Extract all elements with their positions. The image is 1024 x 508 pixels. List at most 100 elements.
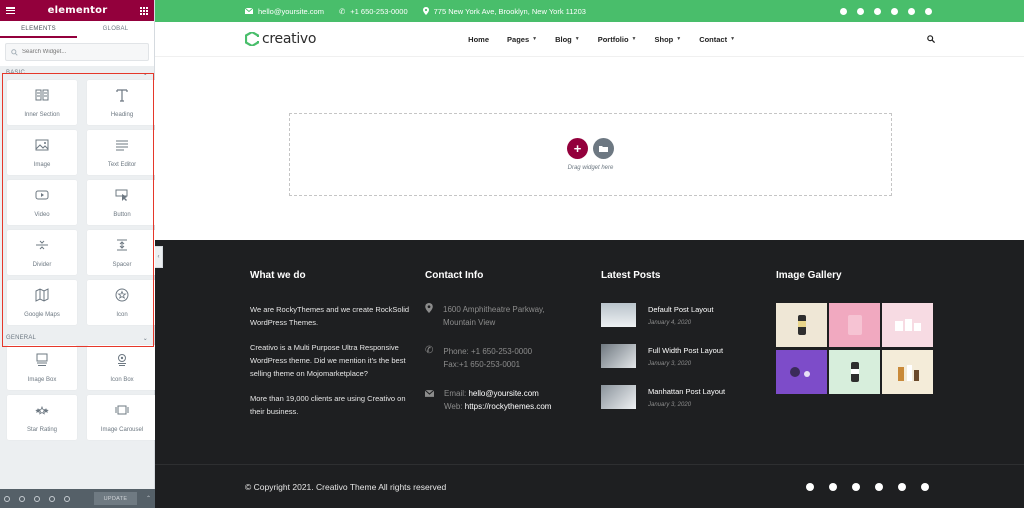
- pinterest-icon[interactable]: [921, 483, 929, 491]
- post-item[interactable]: Default Post Layout January 4, 2020: [601, 303, 761, 331]
- youtube-icon[interactable]: [852, 483, 860, 491]
- gallery-image[interactable]: [829, 303, 880, 347]
- nav-item-label: Blog: [555, 34, 572, 44]
- general-widget-grid: Image Box Icon Box Star Rating Image Carous…: [0, 345, 157, 440]
- widget-label: Icon Box: [110, 376, 134, 383]
- site-logo[interactable]: creativo: [245, 31, 316, 47]
- nav-item-portfolio[interactable]: Portfolio ▼: [598, 35, 637, 44]
- navigator-icon[interactable]: [19, 495, 25, 502]
- dropzone-hint: Drag widget here: [567, 165, 614, 171]
- add-template-button[interactable]: [593, 138, 614, 159]
- site-preview: hello@yoursite.com ✆ +1 650-253-0000 775…: [155, 0, 1024, 508]
- instagram-icon[interactable]: [891, 7, 898, 15]
- youtube-icon[interactable]: [874, 7, 881, 15]
- widget-label: Image Carousel: [100, 426, 144, 433]
- envelope-icon: [425, 390, 434, 397]
- instagram-icon[interactable]: [875, 483, 883, 491]
- twitch-icon[interactable]: [898, 483, 906, 491]
- nav-item-blog[interactable]: Blog ▼: [555, 35, 580, 44]
- main-navbar: creativo Home Pages ▼ Blog ▼ Portfolio ▼ Shop ▼ C…: [155, 22, 1024, 57]
- footer-posts-title: Latest Posts: [601, 270, 661, 281]
- footer-contact-title: Contact Info: [425, 270, 484, 281]
- footer-posts: Latest Posts Default Post Layout January …: [601, 270, 761, 426]
- gallery-image[interactable]: [776, 350, 827, 394]
- footer-about-p1: We are RockyThemes and we create RockSol…: [250, 305, 410, 327]
- menu-icon[interactable]: [6, 7, 15, 14]
- collapse-panel-handle[interactable]: ‹: [155, 246, 163, 268]
- widget-icon-box[interactable]: Icon Box: [87, 345, 157, 390]
- nav-item-contact[interactable]: Contact ▼: [699, 35, 735, 44]
- post-title[interactable]: Full Width Post Layout: [648, 346, 723, 355]
- nav-item-home[interactable]: Home: [468, 35, 489, 44]
- footer-contact: Contact Info 1600 Amphitheatre Parkway, M…: [425, 270, 585, 429]
- widget-image-box[interactable]: Image Box: [7, 345, 77, 390]
- update-button[interactable]: UPDATE: [93, 492, 137, 505]
- facebook-icon[interactable]: [840, 7, 847, 15]
- post-title[interactable]: Manhattan Post Layout: [648, 387, 725, 396]
- site-footer: What we do We are RockyThemes and we cre…: [155, 240, 1024, 508]
- preview-icon[interactable]: [64, 495, 70, 502]
- nav-item-label: Contact: [699, 34, 728, 44]
- search-box: [5, 43, 149, 61]
- widget-dropzone[interactable]: + Drag widget here: [289, 113, 892, 196]
- tab-global[interactable]: GLOBAL: [77, 21, 154, 38]
- post-thumbnail[interactable]: [601, 385, 636, 409]
- panel-tabs: ELEMENTS GLOBAL: [0, 21, 154, 38]
- gallery-image[interactable]: [776, 303, 827, 347]
- facebook-icon[interactable]: [806, 483, 814, 491]
- widget-star-rating[interactable]: Star Rating: [7, 395, 77, 440]
- contact-email-link[interactable]: hello@yoursite.com: [468, 389, 538, 398]
- topbar-email[interactable]: hello@yoursite.com: [245, 7, 324, 16]
- copyright-text: © Copyright 2021. Creativo Theme All rig…: [245, 482, 447, 492]
- nav-item-shop[interactable]: Shop ▼: [654, 35, 681, 44]
- contact-address-line2: Mountain View: [443, 318, 496, 327]
- contact-address: 1600 Amphitheatre Parkway, Mountain View: [425, 303, 585, 329]
- gallery-image[interactable]: [829, 350, 880, 394]
- gallery-image[interactable]: [882, 303, 933, 347]
- phone-icon: ✆: [338, 6, 346, 16]
- footer-gallery: Image Gallery: [776, 270, 936, 394]
- post-item[interactable]: Full Width Post Layout January 3, 2020: [601, 344, 761, 372]
- search-icon: [11, 48, 18, 56]
- image-box-icon: [35, 353, 49, 372]
- topbar-socials: [840, 7, 932, 15]
- elementor-panel: elementor ELEMENTS GLOBAL BASIC ⌄ Inner …: [0, 0, 157, 508]
- footer-about-p3: More than 19,000 clients are using Creat…: [250, 394, 406, 416]
- contact-fax-line: Fax:+1 650-253-0001: [443, 360, 521, 369]
- panel-footer: UPDATE ⌃: [0, 489, 155, 508]
- post-title[interactable]: Default Post Layout: [648, 305, 713, 314]
- contact-phone: ✆ Phone: +1 650-253-0000 Fax:+1 650-253-0…: [425, 345, 585, 371]
- nav-item-label: Portfolio: [597, 34, 629, 44]
- search-widget-input[interactable]: [22, 49, 132, 55]
- tab-elements[interactable]: ELEMENTS: [0, 21, 77, 38]
- contact-email-label: Email:: [444, 389, 469, 398]
- settings-icon[interactable]: [4, 495, 10, 502]
- twitter-icon[interactable]: [857, 7, 864, 15]
- footer-about: What we do We are RockyThemes and we cre…: [250, 270, 410, 430]
- post-item[interactable]: Manhattan Post Layout January 3, 2020: [601, 385, 761, 413]
- gallery-image[interactable]: [882, 350, 933, 394]
- history-icon[interactable]: [34, 495, 40, 502]
- logo-text: creativo: [262, 31, 317, 47]
- basic-section-highlight: [2, 73, 154, 347]
- topbar-phone[interactable]: ✆ +1 650-253-0000: [339, 7, 408, 16]
- chevron-up-icon[interactable]: ⌃: [146, 495, 151, 502]
- search-wrapper: [0, 38, 154, 66]
- post-thumbnail[interactable]: [601, 303, 636, 327]
- panel-header: elementor: [0, 0, 154, 21]
- contact-web-link[interactable]: https://rockythemes.com: [465, 402, 552, 411]
- nav-item-pages[interactable]: Pages ▼: [507, 35, 537, 44]
- widget-label: Star Rating: [26, 426, 57, 433]
- pinterest-icon[interactable]: [925, 7, 932, 15]
- twitch-icon[interactable]: [908, 7, 915, 15]
- widgets-grid-icon[interactable]: [139, 6, 148, 15]
- image-gallery-grid: [776, 303, 936, 394]
- widget-image-carousel[interactable]: Image Carousel: [87, 395, 157, 440]
- responsive-icon[interactable]: [49, 495, 55, 502]
- contact-address-line1: 1600 Amphitheatre Parkway,: [443, 305, 545, 314]
- twitter-icon[interactable]: [829, 483, 837, 491]
- add-section-button[interactable]: +: [567, 138, 588, 159]
- footer-socials: [806, 483, 929, 491]
- search-icon[interactable]: [927, 35, 935, 43]
- post-thumbnail[interactable]: [601, 344, 636, 368]
